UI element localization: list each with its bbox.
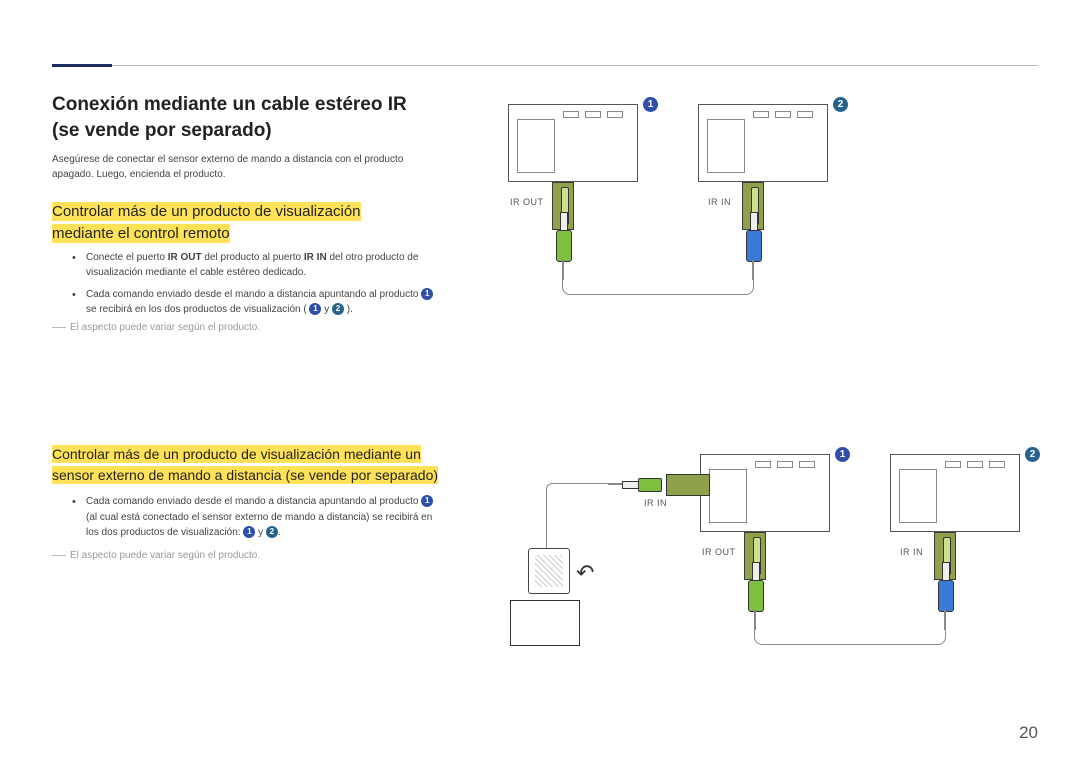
badge-2-icon: 2 [332, 303, 344, 315]
ir-in-label: IR IN [708, 197, 731, 207]
badge-1-icon: 1 [421, 495, 433, 507]
page-title: Conexión mediante un cable estéreo IR (s… [52, 92, 432, 143]
callout-2-badge: 2 [833, 97, 848, 112]
section1-heading-line2: mediante el control remoto [52, 224, 230, 243]
section1-bullets: Conecte el puerto IR OUT del producto al… [72, 250, 442, 324]
header-accent-bar [52, 64, 112, 67]
cable-b-icon [754, 630, 946, 645]
page-number: 20 [1019, 723, 1038, 743]
callout-2b-badge: 2 [1025, 447, 1040, 462]
section1-bullet-2: Cada comando enviado desde el mando a di… [72, 287, 442, 317]
arrow-icon: ↶ [576, 560, 594, 586]
callout-1-badge: 1 [643, 97, 658, 112]
monitor-2-icon [698, 104, 828, 182]
badge-1-icon: 1 [243, 526, 255, 538]
ir-out-b-label: IR OUT [702, 547, 736, 557]
section2-note: El aspecto puede variar según el product… [52, 550, 260, 561]
sensor-cable-icon [546, 483, 609, 550]
callout-1b-badge: 1 [835, 447, 850, 462]
ir-in-hjack-icon [648, 474, 710, 494]
intro-paragraph: Asegúrese de conectar el sensor externo … [52, 153, 432, 182]
external-sensor-icon [528, 548, 570, 594]
ir-out-label: IR OUT [510, 197, 544, 207]
monitor-1-icon [508, 104, 638, 182]
ir-in-b-label: IR IN [900, 547, 923, 557]
monitor-1b-icon [700, 454, 830, 532]
remote-control-icon [510, 600, 580, 646]
cable-icon [562, 280, 754, 295]
section1-heading: Controlar más de un producto de visualiz… [52, 201, 361, 245]
monitor-2b-icon [890, 454, 1020, 532]
section2-heading-line2: sensor externo de mando a distancia (se … [52, 466, 438, 484]
note-dash-icon [52, 555, 66, 556]
badge-1-icon: 1 [309, 303, 321, 315]
section2-heading-line1: Controlar más de un producto de visualiz… [52, 445, 421, 463]
manual-page: Conexión mediante un cable estéreo IR (s… [0, 0, 1080, 763]
section2-bullets: Cada comando enviado desde el mando a di… [72, 494, 442, 541]
badge-2-icon: 2 [266, 526, 278, 538]
section1-bullet-1: Conecte el puerto IR OUT del producto al… [72, 250, 442, 280]
note-dash-icon [52, 327, 66, 328]
badge-1-icon: 1 [421, 288, 433, 300]
header-divider [52, 65, 1038, 66]
section1-note: El aspecto puede variar según el product… [52, 322, 260, 333]
ir-in-top-label: IR IN [644, 498, 667, 508]
section2-bullet-1: Cada comando enviado desde el mando a di… [72, 494, 442, 541]
section2-heading: Controlar más de un producto de visualiz… [52, 444, 438, 486]
section1-heading-line1: Controlar más de un producto de visualiz… [52, 202, 361, 221]
